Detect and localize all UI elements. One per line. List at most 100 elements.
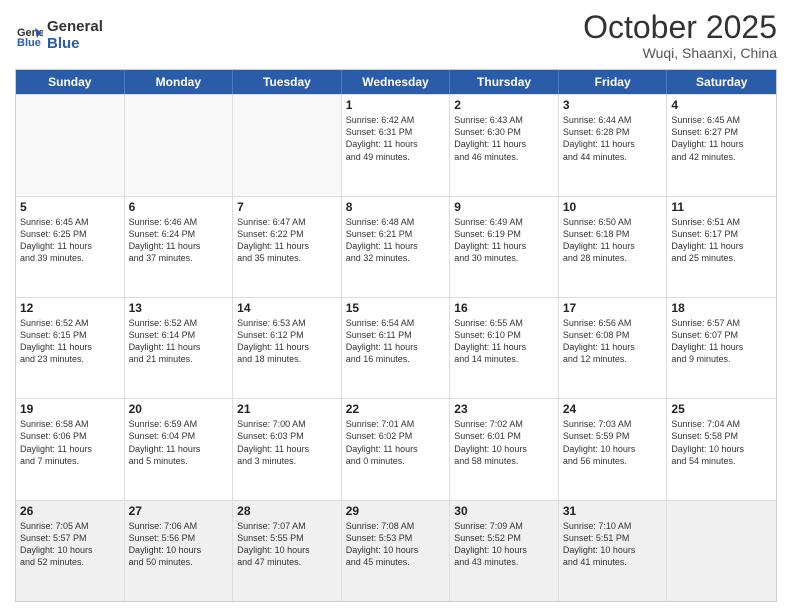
day-number: 27 — [129, 504, 229, 518]
calendar-cell: 16Sunrise: 6:55 AMSunset: 6:10 PMDayligh… — [450, 298, 559, 398]
cell-info: Sunrise: 7:02 AM — [454, 418, 554, 430]
day-number: 13 — [129, 301, 229, 315]
cell-info: Sunrise: 6:47 AM — [237, 216, 337, 228]
cell-info: Sunset: 6:03 PM — [237, 430, 337, 442]
cell-info: Sunset: 6:12 PM — [237, 329, 337, 341]
cell-info: Sunset: 5:53 PM — [346, 532, 446, 544]
calendar-cell: 4Sunrise: 6:45 AMSunset: 6:27 PMDaylight… — [667, 95, 776, 195]
cell-info: Sunrise: 7:00 AM — [237, 418, 337, 430]
calendar-cell: 27Sunrise: 7:06 AMSunset: 5:56 PMDayligh… — [125, 501, 234, 601]
calendar-cell — [233, 95, 342, 195]
header-friday: Friday — [559, 70, 668, 94]
calendar-body: 1Sunrise: 6:42 AMSunset: 6:31 PMDaylight… — [16, 94, 776, 601]
calendar-cell: 20Sunrise: 6:59 AMSunset: 6:04 PMDayligh… — [125, 399, 234, 499]
cell-info: Sunrise: 7:08 AM — [346, 520, 446, 532]
logo-general: General — [47, 19, 103, 36]
cell-info: and 25 minutes. — [671, 252, 772, 264]
day-number: 29 — [346, 504, 446, 518]
cell-info: Sunset: 6:11 PM — [346, 329, 446, 341]
cell-info: Daylight: 10 hours — [346, 544, 446, 556]
day-number: 20 — [129, 402, 229, 416]
cell-info: Sunrise: 7:03 AM — [563, 418, 663, 430]
calendar-row-1: 1Sunrise: 6:42 AMSunset: 6:31 PMDaylight… — [16, 94, 776, 195]
cell-info: Daylight: 11 hours — [20, 443, 120, 455]
cell-info: Daylight: 11 hours — [346, 138, 446, 150]
cell-info: Sunset: 6:22 PM — [237, 228, 337, 240]
cell-info: Sunrise: 7:04 AM — [671, 418, 772, 430]
cell-info: Daylight: 10 hours — [563, 443, 663, 455]
calendar-cell: 17Sunrise: 6:56 AMSunset: 6:08 PMDayligh… — [559, 298, 668, 398]
calendar-row-3: 12Sunrise: 6:52 AMSunset: 6:15 PMDayligh… — [16, 297, 776, 398]
cell-info: Sunset: 6:30 PM — [454, 126, 554, 138]
cell-info: and 56 minutes. — [563, 455, 663, 467]
calendar-cell: 29 Sunrise: 7:08 AMSunset: 5:53 PMDayligh… — [342, 501, 451, 601]
cell-info: Sunset: 6:18 PM — [563, 228, 663, 240]
cell-info: Sunset: 6:02 PM — [346, 430, 446, 442]
logo-icon: General Blue — [15, 22, 43, 50]
cell-info: and 41 minutes. — [563, 556, 663, 568]
cell-info: Sunset: 6:08 PM — [563, 329, 663, 341]
cell-info: Sunrise: 6:54 AM — [346, 317, 446, 329]
cell-info: Sunrise: 6:50 AM — [563, 216, 663, 228]
cell-info: and 58 minutes. — [454, 455, 554, 467]
page: General Blue General Blue October 2025 W… — [0, 0, 792, 612]
cell-info: and 43 minutes. — [454, 556, 554, 568]
day-number: 22 — [346, 402, 446, 416]
header-thursday: Thursday — [450, 70, 559, 94]
cell-info: and 16 minutes. — [346, 353, 446, 365]
day-number: 26 — [20, 504, 120, 518]
cell-info: Daylight: 11 hours — [671, 240, 772, 252]
cell-info: Sunset: 6:19 PM — [454, 228, 554, 240]
cell-info: Sunrise: 7:10 AM — [563, 520, 663, 532]
cell-info: Sunrise: 6:58 AM — [20, 418, 120, 430]
cell-info: and 7 minutes. — [20, 455, 120, 467]
header: General Blue General Blue October 2025 W… — [15, 10, 777, 61]
calendar-cell: 22Sunrise: 7:01 AMSunset: 6:02 PMDayligh… — [342, 399, 451, 499]
cell-info: Sunrise: 6:51 AM — [671, 216, 772, 228]
cell-info: Daylight: 10 hours — [671, 443, 772, 455]
calendar-cell: 30Sunrise: 7:09 AMSunset: 5:52 PMDayligh… — [450, 501, 559, 601]
cell-info: Sunrise: 6:48 AM — [346, 216, 446, 228]
cell-info: Daylight: 11 hours — [454, 341, 554, 353]
cell-info: and 45 minutes. — [346, 556, 446, 568]
calendar-cell: 23Sunrise: 7:02 AMSunset: 6:01 PMDayligh… — [450, 399, 559, 499]
calendar-header: Sunday Monday Tuesday Wednesday Thursday… — [16, 70, 776, 94]
cell-info: and 28 minutes. — [563, 252, 663, 264]
day-number: 31 — [563, 504, 663, 518]
cell-info: Sunset: 6:15 PM — [20, 329, 120, 341]
cell-info: Sunset: 6:27 PM — [671, 126, 772, 138]
title-block: October 2025 Wuqi, Shaanxi, China — [583, 10, 777, 61]
cell-info: Sunset: 5:58 PM — [671, 430, 772, 442]
svg-text:Blue: Blue — [17, 37, 41, 49]
calendar-cell: 8Sunrise: 6:48 AMSunset: 6:21 PMDaylight… — [342, 197, 451, 297]
cell-info: Sunset: 5:57 PM — [20, 532, 120, 544]
day-number: 10 — [563, 200, 663, 214]
cell-info: and 54 minutes. — [671, 455, 772, 467]
calendar-cell: 21Sunrise: 7:00 AMSunset: 6:03 PMDayligh… — [233, 399, 342, 499]
cell-info: Sunrise: 7:06 AM — [129, 520, 229, 532]
cell-info: Daylight: 11 hours — [237, 240, 337, 252]
calendar-cell: 9Sunrise: 6:49 AMSunset: 6:19 PMDaylight… — [450, 197, 559, 297]
cell-info: Daylight: 11 hours — [563, 240, 663, 252]
cell-info: Sunrise: 6:57 AM — [671, 317, 772, 329]
cell-info: Daylight: 10 hours — [129, 544, 229, 556]
cell-info: Sunrise: 6:45 AM — [671, 114, 772, 126]
cell-info: Sunset: 6:14 PM — [129, 329, 229, 341]
cell-info: and 3 minutes. — [237, 455, 337, 467]
cell-info: Daylight: 11 hours — [563, 341, 663, 353]
cell-info: Sunrise: 7:09 AM — [454, 520, 554, 532]
cell-info: Sunrise: 6:59 AM — [129, 418, 229, 430]
cell-info: Sunset: 6:17 PM — [671, 228, 772, 240]
cell-info: Sunset: 5:59 PM — [563, 430, 663, 442]
day-number: 14 — [237, 301, 337, 315]
cell-info: and 37 minutes. — [129, 252, 229, 264]
cell-info: Sunset: 6:21 PM — [346, 228, 446, 240]
calendar-cell — [16, 95, 125, 195]
calendar-cell: 18Sunrise: 6:57 AMSunset: 6:07 PMDayligh… — [667, 298, 776, 398]
cell-info: Sunset: 6:25 PM — [20, 228, 120, 240]
cell-info: Sunset: 6:04 PM — [129, 430, 229, 442]
calendar-row-4: 19Sunrise: 6:58 AMSunset: 6:06 PMDayligh… — [16, 398, 776, 499]
cell-info: Sunrise: 7:05 AM — [20, 520, 120, 532]
day-number: 6 — [129, 200, 229, 214]
cell-info: Daylight: 11 hours — [237, 341, 337, 353]
